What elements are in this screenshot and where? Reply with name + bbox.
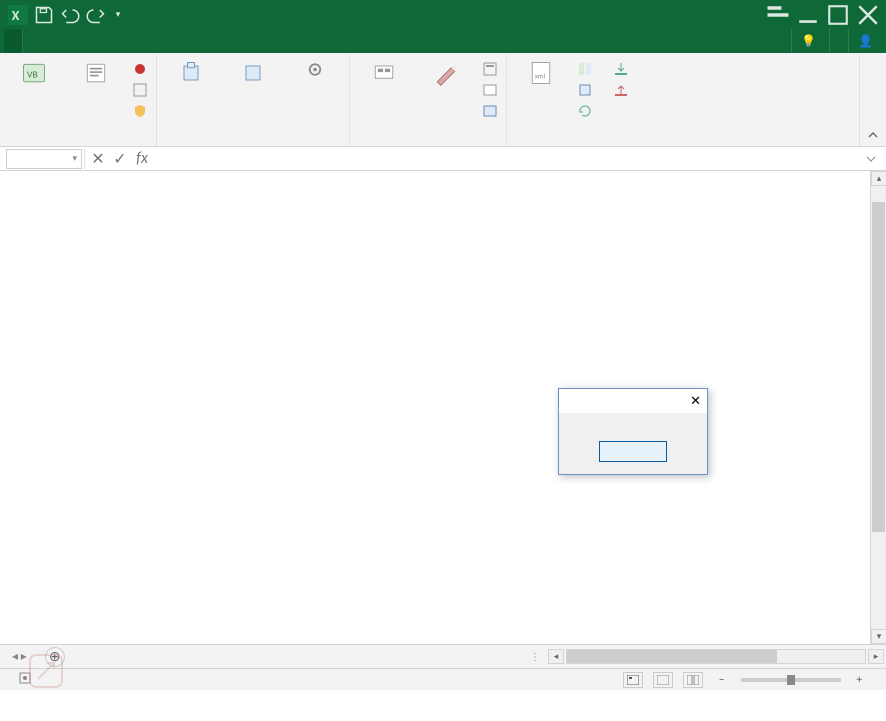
enter-formula-button[interactable]: ✓	[109, 149, 131, 169]
formula-bar: ▾ ✕ ✓ fx	[0, 147, 886, 171]
collapse-ribbon-button[interactable]	[860, 55, 886, 146]
maximize-icon[interactable]	[824, 5, 852, 25]
ribbon-tabs: 💡 👤	[0, 29, 886, 53]
svg-text:X: X	[12, 7, 20, 24]
sheet-tab-bar: ◂ ▸ ⊕ ⋮ ◂ ▸	[0, 644, 886, 668]
scrollbar-thumb[interactable]	[567, 650, 777, 663]
insert-control-button[interactable]	[354, 57, 414, 127]
scroll-down-button[interactable]: ▾	[871, 629, 886, 644]
macros-button[interactable]	[66, 57, 126, 127]
formula-input[interactable]	[153, 149, 862, 169]
share-icon: 👤	[858, 34, 873, 49]
undo-icon[interactable]	[60, 5, 80, 25]
watermark	[26, 651, 72, 691]
properties-button[interactable]	[478, 59, 502, 79]
dialog-close-button[interactable]: ✕	[690, 394, 701, 409]
macro-security-button[interactable]	[128, 101, 152, 121]
fx-button[interactable]: fx	[131, 149, 153, 169]
refresh-data-button[interactable]	[573, 101, 601, 121]
chevron-down-icon[interactable]: ▾	[72, 153, 77, 164]
addins-button[interactable]	[161, 57, 221, 127]
ribbon-group-addins	[157, 55, 350, 146]
ribbon-group-code: VB	[0, 55, 157, 146]
scrollbar-thumb[interactable]	[872, 202, 885, 532]
expand-formula-bar-button[interactable]	[862, 150, 880, 168]
tell-me[interactable]: 💡	[791, 29, 829, 53]
dialog-ok-button[interactable]	[599, 441, 667, 462]
com-addins-button[interactable]	[285, 57, 345, 127]
qat-customize-icon[interactable]: ▾	[112, 5, 124, 25]
record-macro-button[interactable]	[128, 59, 152, 79]
normal-view-button[interactable]	[623, 672, 643, 688]
page-layout-button[interactable]	[653, 672, 673, 688]
name-box[interactable]: ▾	[6, 149, 82, 169]
vertical-scrollbar[interactable]: ▴ ▾	[870, 171, 886, 644]
excel-icon: X	[8, 5, 28, 25]
svg-text:VB: VB	[27, 68, 38, 80]
cancel-formula-button[interactable]: ✕	[87, 149, 109, 169]
export-button[interactable]	[609, 80, 637, 100]
import-button[interactable]	[609, 59, 637, 79]
visual-basic-button[interactable]: VB	[4, 57, 64, 127]
horizontal-scrollbar[interactable]	[566, 649, 866, 664]
status-bar: − +	[0, 668, 886, 690]
sign-in[interactable]	[829, 29, 848, 53]
ribbon: VB x	[0, 53, 886, 147]
zoom-slider[interactable]	[741, 678, 841, 682]
ribbon-group-controls	[350, 55, 507, 146]
relative-refs-button[interactable]	[128, 80, 152, 100]
ribbon-group-xml: xml	[507, 55, 860, 146]
spreadsheet-grid[interactable]: ▴ ▾	[0, 171, 886, 644]
map-properties-button[interactable]	[573, 59, 601, 79]
minimize-icon[interactable]	[794, 5, 822, 25]
title-bar: X ▾	[0, 0, 886, 29]
page-break-button[interactable]	[683, 672, 703, 688]
save-icon[interactable]	[34, 5, 54, 25]
expansion-packs-button[interactable]	[573, 80, 601, 100]
svg-text:xml: xml	[535, 71, 546, 80]
lightbulb-icon: 💡	[801, 34, 816, 49]
xml-source-button[interactable]: xml	[511, 57, 571, 127]
view-code-button[interactable]	[478, 80, 502, 100]
zoom-in-button[interactable]: +	[851, 673, 868, 686]
zoom-out-button[interactable]: −	[713, 673, 730, 686]
dialog-title-bar[interactable]: ✕	[559, 389, 707, 413]
design-mode-button[interactable]	[416, 57, 476, 127]
scroll-left-button[interactable]: ◂	[548, 649, 564, 664]
excel-addins-button[interactable]	[223, 57, 283, 127]
share[interactable]: 👤	[848, 29, 886, 53]
scroll-up-button[interactable]: ▴	[871, 171, 886, 186]
window-controls	[764, 5, 886, 25]
tab-file[interactable]	[4, 29, 23, 53]
redo-icon[interactable]	[86, 5, 106, 25]
quick-access-toolbar: X ▾	[0, 5, 132, 25]
dialog-message	[559, 413, 707, 433]
message-box: ✕	[558, 388, 708, 475]
scroll-right-button[interactable]: ▸	[868, 649, 884, 664]
ribbon-options-icon[interactable]	[764, 5, 792, 25]
close-icon[interactable]	[854, 5, 882, 25]
run-dialog-button[interactable]	[478, 101, 502, 121]
